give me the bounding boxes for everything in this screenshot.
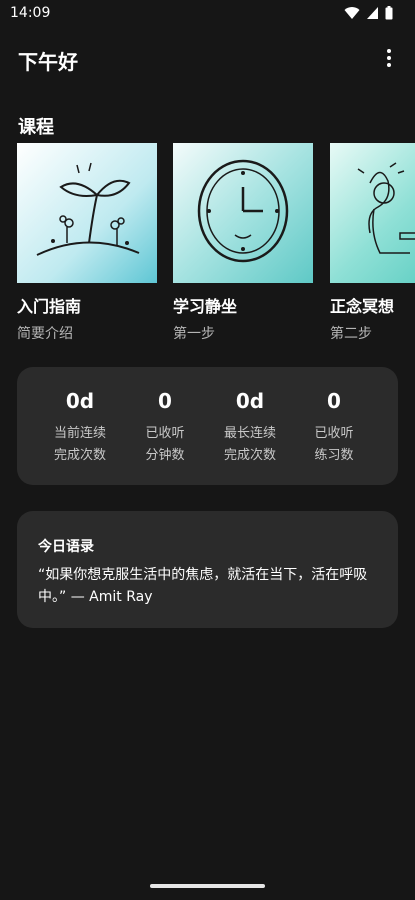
stat-value: 0d [235, 389, 265, 413]
app-bar: 下午好 [0, 38, 415, 78]
stat-value: 0 [158, 389, 172, 413]
status-bar: 14:09 [0, 0, 415, 28]
home-indicator[interactable] [150, 884, 265, 888]
battery-icon [385, 6, 393, 20]
course-subtitle: 简要介绍 [17, 326, 73, 342]
stat-label-line: 当前连续 [53, 426, 106, 441]
courses-carousel[interactable]: 入门指南 简要介绍 学习静坐 第一步 正念冥想 第二步 [17, 143, 415, 343]
stat-value: 0 [327, 389, 341, 413]
sprout-illustration [17, 143, 157, 283]
course-title: 正念冥想 [330, 297, 395, 316]
more-vert-icon [387, 49, 391, 53]
stat-label: 当前连续 完成次数 [35, 423, 125, 467]
stat-label: 已收听 分钟数 [120, 423, 210, 467]
more-options-button[interactable] [377, 44, 401, 72]
signal-icon [367, 7, 378, 19]
stat-label: 已收听 练习数 [289, 423, 379, 467]
status-time: 14:09 [10, 5, 51, 21]
greeting-title: 下午好 [18, 50, 78, 74]
course-card-mindfulness[interactable]: 正念冥想 第二步 [330, 143, 415, 343]
stat-label: 最长连续 完成次数 [205, 423, 295, 467]
course-card-learn-to-sit[interactable]: 学习静坐 第一步 [173, 143, 313, 343]
course-subtitle: 第一步 [173, 326, 215, 342]
stat-exercises-listened: 0 已收听 练习数 [289, 387, 379, 467]
stat-value: 0d [65, 389, 95, 413]
course-subtitle: 第二步 [330, 326, 372, 342]
stat-label-line: 已收听 [314, 426, 354, 441]
courses-section-title: 课程 [18, 117, 54, 138]
course-title: 学习静坐 [173, 297, 238, 316]
clock-illustration [173, 143, 313, 283]
daily-quote-title: 今日语录 [38, 539, 94, 555]
stat-label-line: 分钟数 [145, 448, 185, 463]
course-card-getting-started[interactable]: 入门指南 简要介绍 [17, 143, 157, 343]
course-title: 入门指南 [17, 297, 82, 316]
daily-quote-text: “如果你想克服生活中的焦虑，就活在当下，活在呼吸中。” — Amit Ray [38, 567, 368, 605]
stat-current-streak: 0d 当前连续 完成次数 [35, 387, 125, 467]
status-icons [344, 6, 393, 20]
stat-longest-streak: 0d 最长连续 完成次数 [205, 387, 295, 467]
wifi-icon [344, 7, 360, 20]
stat-label-line: 已收听 [145, 426, 185, 441]
stat-label-line: 最长连续 [223, 426, 276, 441]
stat-label-line: 练习数 [314, 448, 354, 463]
daily-quote-card[interactable]: 今日语录 “如果你想克服生活中的焦虑，就活在当下，活在呼吸中。” — Amit … [17, 511, 398, 628]
stat-minutes-listened: 0 已收听 分钟数 [120, 387, 210, 467]
stat-label-line: 完成次数 [53, 448, 106, 463]
stat-label-line: 完成次数 [223, 448, 276, 463]
stats-card: 0d 当前连续 完成次数 0 已收听 分钟数 0d 最长连续 完成次数 0 已收… [17, 367, 398, 485]
meditation-illustration [330, 143, 415, 283]
